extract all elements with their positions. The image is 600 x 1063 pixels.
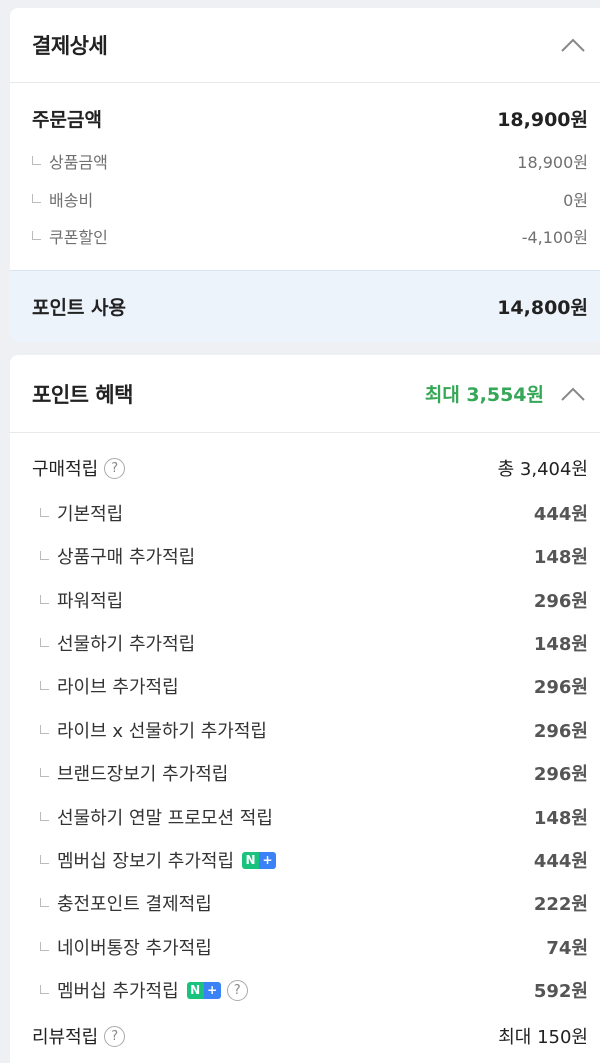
payment-details-card: 결제상세 주문금액 18,900원 상품금액 18,900원 배송비 0원 쿠폰… [10, 8, 600, 342]
indent-icon [40, 984, 49, 994]
benefit-item-value: 222원 [533, 894, 588, 915]
benefit-item-label: 파워적립 [57, 591, 124, 612]
point-use-value: 14,800원 [497, 297, 588, 319]
benefit-item-label: 브랜드장보기 추가적립 [57, 764, 229, 785]
benefit-item-value: 296원 [533, 764, 588, 785]
point-benefits-title: 포인트 혜택 [32, 382, 133, 407]
shipping-fee-label: 배송비 [49, 191, 94, 210]
benefit-item-row: 파워적립 296원 [32, 587, 588, 613]
benefit-item-value: 296원 [533, 677, 588, 698]
payment-details-header[interactable]: 결제상세 [10, 8, 600, 83]
indent-icon [40, 854, 49, 864]
indent-icon [40, 594, 49, 604]
coupon-discount-label: 쿠폰할인 [49, 228, 108, 247]
benefit-item-label: 기본적립 [57, 504, 124, 525]
payment-details-title: 결제상세 [32, 34, 108, 58]
benefit-item-row: 선물하기 추가적립 148원 [32, 630, 588, 656]
benefit-item-value: 74원 [546, 938, 588, 959]
benefit-item-label: 멤버십 장보기 추가적립 [57, 851, 235, 872]
indent-icon [40, 637, 49, 647]
benefit-item-value: 296원 [533, 721, 588, 742]
benefit-item-row: 브랜드장보기 추가적립 296원 [32, 760, 588, 786]
indent-icon [32, 230, 41, 240]
point-benefits-card: 포인트 혜택 최대 3,554원 구매적립 ? 총 3,404원 기본적립 444… [10, 355, 600, 1063]
benefit-item-value: 148원 [533, 634, 588, 655]
indent-icon [40, 550, 49, 560]
purchase-reward-label: 구매적립 [32, 459, 99, 480]
product-amount-value: 18,900원 [517, 153, 588, 172]
indent-icon [40, 680, 49, 690]
indent-icon [40, 897, 49, 907]
indent-icon [40, 724, 49, 734]
benefit-item-value: 592원 [533, 981, 588, 1002]
max-benefit-amount: 최대 3,554원 [424, 384, 544, 406]
coupon-discount-value: -4,100원 [521, 228, 588, 247]
benefit-item-value: 148원 [533, 547, 588, 568]
benefit-item-row: 멤버십 추가적립 N +? 592원 [32, 977, 588, 1003]
benefit-item-row: 충전포인트 결제적립 222원 [32, 890, 588, 916]
help-icon[interactable]: ? [104, 1025, 126, 1047]
naver-plus-membership-icon: N + [186, 981, 221, 999]
benefit-item-value: 444원 [533, 504, 588, 525]
benefit-item-label: 네이버통장 추가적립 [57, 938, 212, 959]
indent-icon [40, 767, 49, 777]
shipping-fee-value: 0원 [563, 191, 588, 210]
purchase-reward-row: 구매적립 ? 총 3,404원 [32, 455, 588, 481]
benefit-item-row: 기본적립 444원 [32, 500, 588, 526]
chevron-up-icon[interactable] [558, 383, 588, 405]
benefit-item-label: 라이브 x 선물하기 추가적립 [57, 721, 267, 742]
order-amount-value: 18,900원 [497, 109, 588, 131]
product-amount-row: 상품금액 18,900원 [32, 149, 588, 173]
benefit-item-row: 선물하기 연말 프로모션 적립 148원 [32, 804, 588, 830]
benefit-item-row: 멤버십 장보기 추가적립 N + 444원 [32, 847, 588, 873]
benefit-item-value: 444원 [533, 851, 588, 872]
benefit-item-label: 라이브 추가적립 [57, 677, 179, 698]
purchase-reward-value: 총 3,404원 [497, 459, 588, 480]
indent-icon [40, 811, 49, 821]
point-use-row: 포인트 사용 14,800원 [10, 270, 600, 342]
naver-plus-membership-icon: N + [242, 851, 277, 869]
review-reward-row: 리뷰적립 ? 최대 150원 [32, 1023, 588, 1049]
coupon-discount-row: 쿠폰할인 -4,100원 [32, 224, 588, 248]
chevron-up-icon[interactable] [558, 34, 588, 56]
review-reward-label: 리뷰적립 [32, 1027, 99, 1048]
indent-icon [32, 193, 41, 203]
order-amount-row: 주문금액 18,900원 [32, 105, 588, 132]
point-use-label: 포인트 사용 [32, 297, 127, 319]
benefit-item-row: 네이버통장 추가적립 74원 [32, 934, 588, 960]
benefit-item-label: 선물하기 연말 프로모션 적립 [57, 808, 273, 829]
benefit-item-value: 148원 [533, 808, 588, 829]
order-amount-label: 주문금액 [32, 109, 102, 131]
benefit-item-label: 멤버십 추가적립 [57, 981, 179, 1002]
indent-icon [32, 155, 41, 165]
benefit-item-row: 상품구매 추가적립 148원 [32, 543, 588, 569]
benefit-item-label: 충전포인트 결제적립 [57, 894, 212, 915]
indent-icon [40, 507, 49, 517]
point-benefits-header[interactable]: 포인트 혜택 최대 3,554원 [10, 355, 600, 433]
product-amount-label: 상품금액 [49, 153, 108, 172]
review-reward-value: 최대 150원 [498, 1027, 588, 1048]
benefit-item-row: 라이브 추가적립 296원 [32, 673, 588, 699]
benefit-item-label: 상품구매 추가적립 [57, 547, 196, 568]
shipping-fee-row: 배송비 0원 [32, 187, 588, 211]
benefit-item-label: 선물하기 추가적립 [57, 634, 196, 655]
help-icon[interactable]: ? [104, 457, 126, 479]
indent-icon [40, 941, 49, 951]
help-icon[interactable]: ? [226, 979, 248, 1001]
benefit-item-row: 라이브 x 선물하기 추가적립 296원 [32, 717, 588, 743]
benefit-item-value: 296원 [533, 591, 588, 612]
